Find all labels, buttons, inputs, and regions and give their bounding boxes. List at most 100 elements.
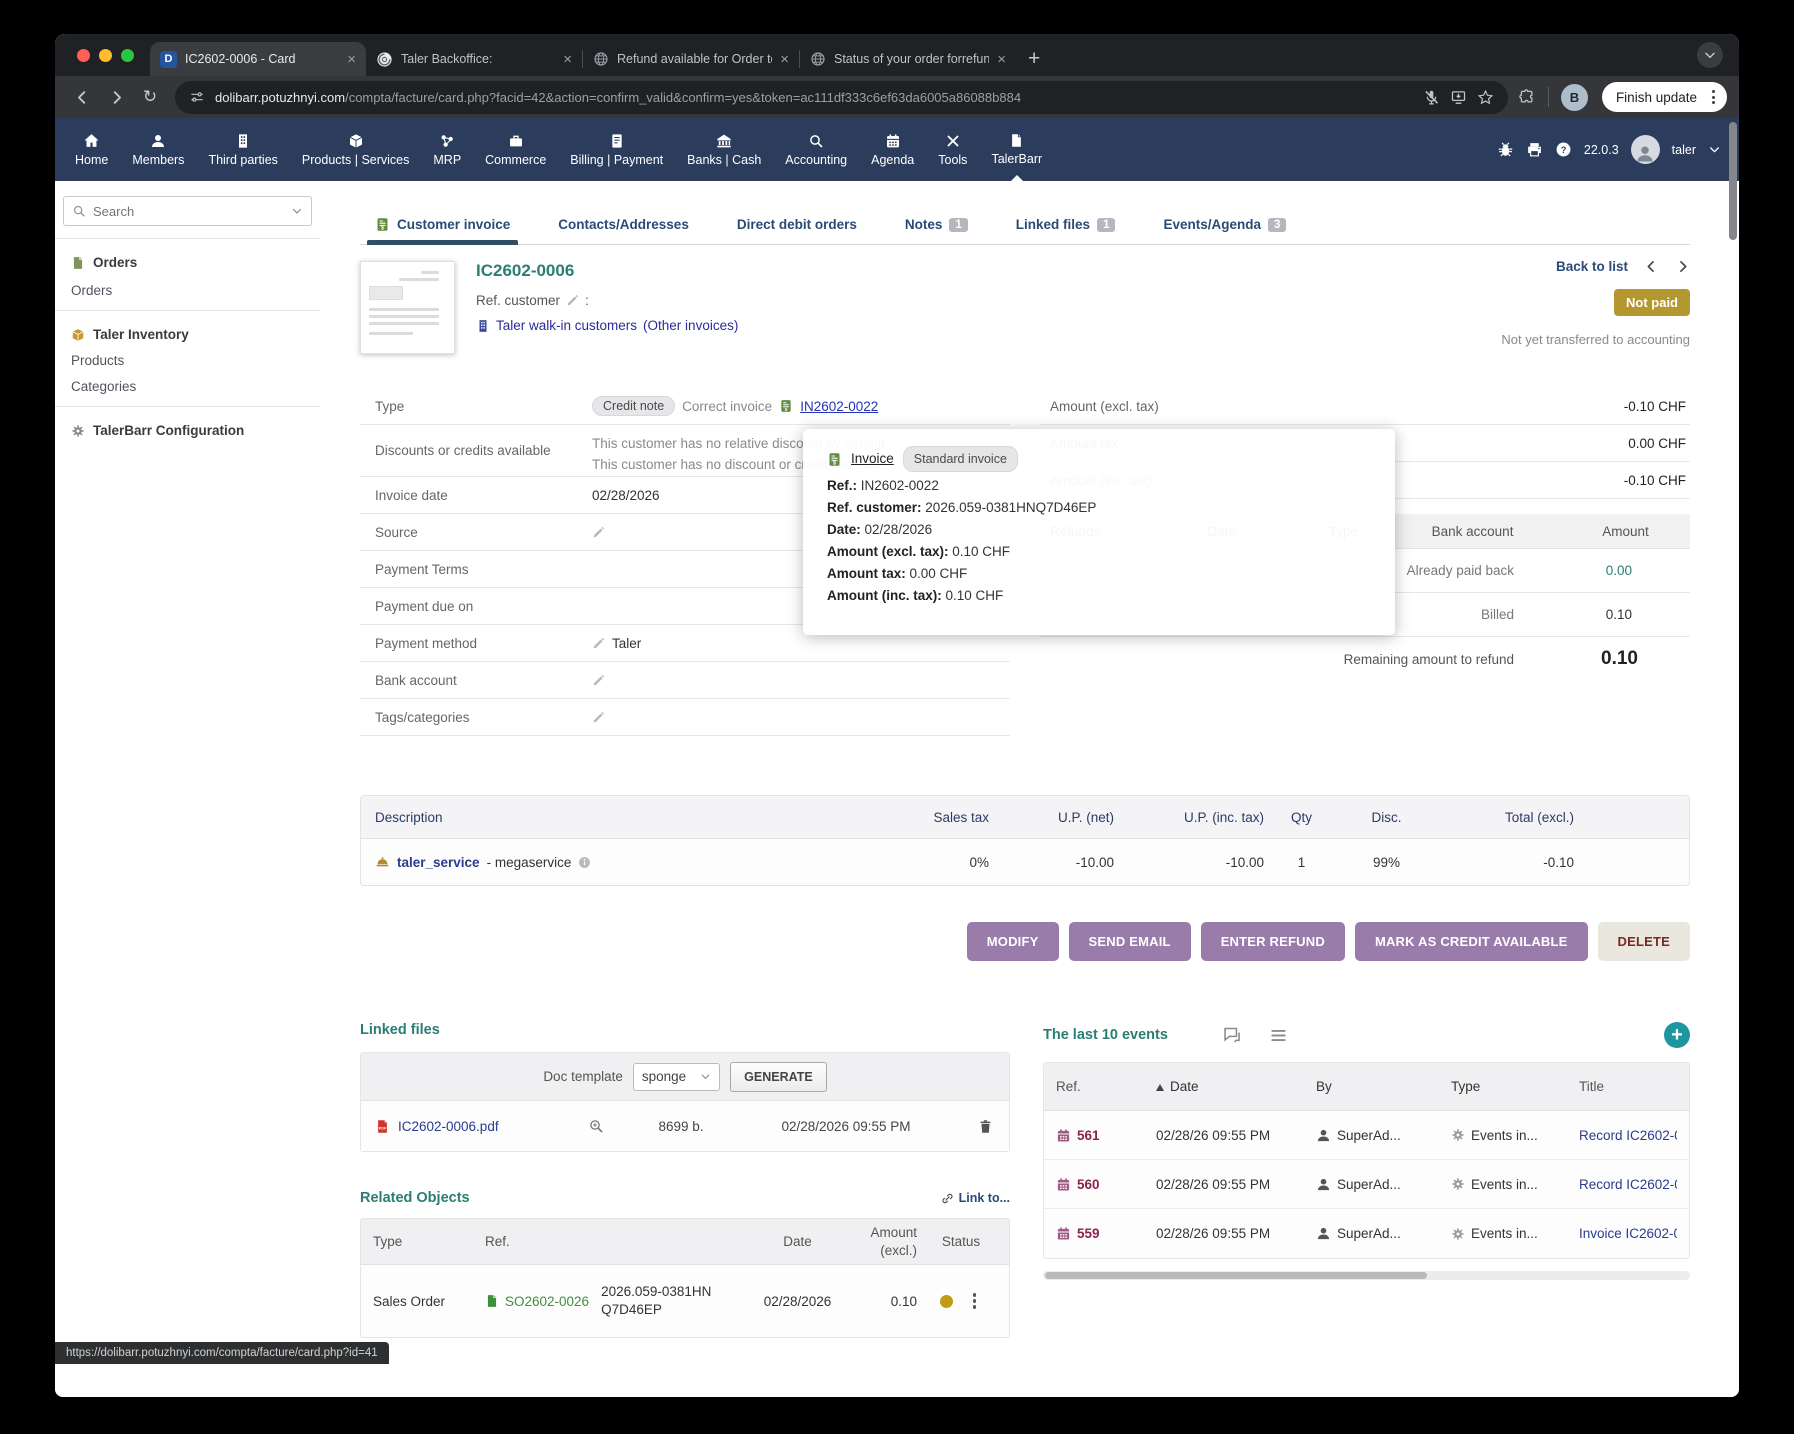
- install-app-icon[interactable]: [1450, 89, 1467, 106]
- preview-zoom-icon[interactable]: [588, 1118, 604, 1134]
- browser-tab-dolibarr-card[interactable]: D IC2602-0006 - Card ×: [150, 42, 366, 76]
- tab-search-button[interactable]: [1697, 42, 1723, 68]
- close-tab-icon[interactable]: ×: [563, 52, 572, 67]
- event-user[interactable]: SuperAd...: [1337, 1177, 1401, 1192]
- sales-order-link[interactable]: SO2602-0026: [505, 1294, 589, 1309]
- sidebar-item-orders[interactable]: Orders: [63, 283, 312, 298]
- forward-button[interactable]: [101, 82, 131, 112]
- back-to-list-link[interactable]: Back to list: [1556, 259, 1628, 274]
- menu-talerbarr[interactable]: TalerBarr: [979, 118, 1054, 181]
- search-input[interactable]: [93, 204, 284, 219]
- bug-report-icon[interactable]: [1497, 141, 1514, 158]
- menu-home[interactable]: Home: [63, 118, 120, 181]
- event-ref-link[interactable]: 559: [1077, 1226, 1100, 1241]
- back-button[interactable]: [67, 82, 97, 112]
- event-user[interactable]: SuperAd...: [1337, 1226, 1401, 1241]
- tab-direct-debit-orders[interactable]: Direct debit orders: [737, 208, 857, 241]
- help-icon[interactable]: [1555, 141, 1572, 158]
- close-tab-icon[interactable]: ×: [997, 52, 1006, 67]
- corrected-invoice-link[interactable]: IN2602-0022: [800, 399, 878, 414]
- product-link[interactable]: taler_service: [397, 855, 480, 870]
- window-scrollbar-thumb[interactable]: [1729, 122, 1737, 240]
- trash-icon[interactable]: [978, 1119, 993, 1134]
- print-icon[interactable]: [1526, 141, 1543, 158]
- row-menu-icon[interactable]: [967, 1293, 983, 1309]
- pencil-icon[interactable]: [592, 526, 605, 539]
- menu-accounting[interactable]: Accounting: [773, 118, 859, 181]
- pencil-icon[interactable]: [566, 294, 579, 307]
- send-email-button[interactable]: SEND EMAIL: [1069, 922, 1191, 961]
- new-tab-button[interactable]: +: [1028, 47, 1040, 71]
- browser-tab-order-status[interactable]: Status of your order forrefund ×: [800, 42, 1016, 76]
- tab-linked-files[interactable]: Linked files1: [1016, 208, 1116, 241]
- menu-third-parties[interactable]: Third parties: [196, 118, 289, 181]
- menu-commerce[interactable]: Commerce: [473, 118, 558, 181]
- link-to-link[interactable]: Link to...: [941, 1191, 1010, 1205]
- doc-template-select[interactable]: sponge: [633, 1063, 720, 1091]
- pencil-icon[interactable]: [592, 674, 605, 687]
- event-title-link[interactable]: Record IC2602-0006 modifie: [1579, 1177, 1677, 1192]
- sidebar-search[interactable]: [63, 196, 312, 226]
- sidebar-section-orders[interactable]: Orders: [63, 255, 312, 270]
- browser-menu-icon[interactable]: [1706, 90, 1721, 104]
- file-name-link[interactable]: IC2602-0006.pdf: [398, 1119, 499, 1134]
- pencil-icon[interactable]: [592, 711, 605, 724]
- sidebar-section-talerbarr-config[interactable]: TalerBarr Configuration: [63, 423, 312, 438]
- reload-button[interactable]: ↻: [135, 82, 165, 112]
- generate-button[interactable]: GENERATE: [730, 1062, 827, 1092]
- column-header[interactable]: Type: [1451, 1079, 1579, 1094]
- finish-update-button[interactable]: Finish update: [1602, 82, 1727, 112]
- pencil-icon[interactable]: [592, 637, 605, 650]
- next-record-icon[interactable]: [1675, 259, 1690, 274]
- menu-agenda[interactable]: Agenda: [859, 118, 926, 181]
- menu-members[interactable]: Members: [120, 118, 196, 181]
- close-tab-icon[interactable]: ×: [780, 52, 789, 67]
- user-name[interactable]: taler: [1672, 143, 1696, 157]
- column-header-date[interactable]: Date: [1156, 1079, 1316, 1094]
- other-invoices-link[interactable]: (Other invoices): [643, 318, 738, 333]
- tab-notes[interactable]: Notes1: [905, 208, 968, 241]
- modify-button[interactable]: MODIFY: [967, 922, 1059, 961]
- extensions-puzzle-icon[interactable]: [1518, 88, 1536, 106]
- chevron-down-icon[interactable]: [1708, 143, 1721, 156]
- menu-banks-cash[interactable]: Banks | Cash: [675, 118, 773, 181]
- event-ref-link[interactable]: 561: [1077, 1128, 1100, 1143]
- sidebar-section-taler-inventory[interactable]: Taler Inventory: [63, 327, 312, 342]
- delete-button[interactable]: DELETE: [1598, 922, 1690, 961]
- column-header[interactable]: By: [1316, 1079, 1451, 1094]
- site-settings-icon[interactable]: [189, 89, 205, 105]
- sidebar-item-products[interactable]: Products: [63, 353, 312, 368]
- close-window-button[interactable]: [77, 49, 90, 62]
- user-avatar[interactable]: [1631, 135, 1660, 164]
- event-ref-link[interactable]: 560: [1077, 1177, 1100, 1192]
- scrollbar-thumb[interactable]: [1045, 1272, 1427, 1279]
- event-title-link[interactable]: Invoice IC2602-0006 validate: [1579, 1226, 1677, 1241]
- maximize-window-button[interactable]: [121, 49, 134, 62]
- profile-avatar[interactable]: B: [1561, 84, 1588, 111]
- column-header[interactable]: Title: [1579, 1079, 1677, 1094]
- enter-refund-button[interactable]: ENTER REFUND: [1201, 922, 1345, 961]
- chevron-down-icon[interactable]: [291, 205, 303, 217]
- event-title-link[interactable]: Record IC2602-0006 modifie: [1579, 1128, 1677, 1143]
- bookmark-star-icon[interactable]: [1477, 89, 1494, 106]
- menu-billing-payment[interactable]: Billing | Payment: [558, 118, 675, 181]
- sidebar-item-categories[interactable]: Categories: [63, 379, 312, 394]
- invoice-pdf-thumbnail[interactable]: [360, 261, 455, 354]
- previous-record-icon[interactable]: [1644, 259, 1659, 274]
- chat-icon[interactable]: [1222, 1025, 1243, 1046]
- tab-contacts-addresses[interactable]: Contacts/Addresses: [558, 208, 689, 241]
- event-user[interactable]: SuperAd...: [1337, 1128, 1401, 1143]
- browser-tab-refund-available[interactable]: Refund available for Order to ×: [583, 42, 799, 76]
- company-link[interactable]: Taler walk-in customers: [496, 318, 637, 333]
- tab-events-agenda[interactable]: Events/Agenda3: [1163, 208, 1286, 241]
- browser-tab-taler-backoffice[interactable]: Taler Backoffice: ×: [366, 42, 582, 76]
- list-view-icon[interactable]: [1269, 1026, 1288, 1045]
- tooltip-invoice-link[interactable]: Invoice: [851, 448, 894, 470]
- menu-products-services[interactable]: Products | Services: [290, 118, 421, 181]
- menu-mrp[interactable]: MRP: [421, 118, 473, 181]
- mark-credit-available-button[interactable]: MARK AS CREDIT AVAILABLE: [1355, 922, 1588, 961]
- address-bar[interactable]: dolibarr.potuzhnyi.com/compta/facture/ca…: [175, 81, 1508, 114]
- column-header[interactable]: Ref.: [1056, 1079, 1156, 1094]
- tab-customer-invoice[interactable]: Customer invoice: [375, 208, 510, 241]
- minimize-window-button[interactable]: [99, 49, 112, 62]
